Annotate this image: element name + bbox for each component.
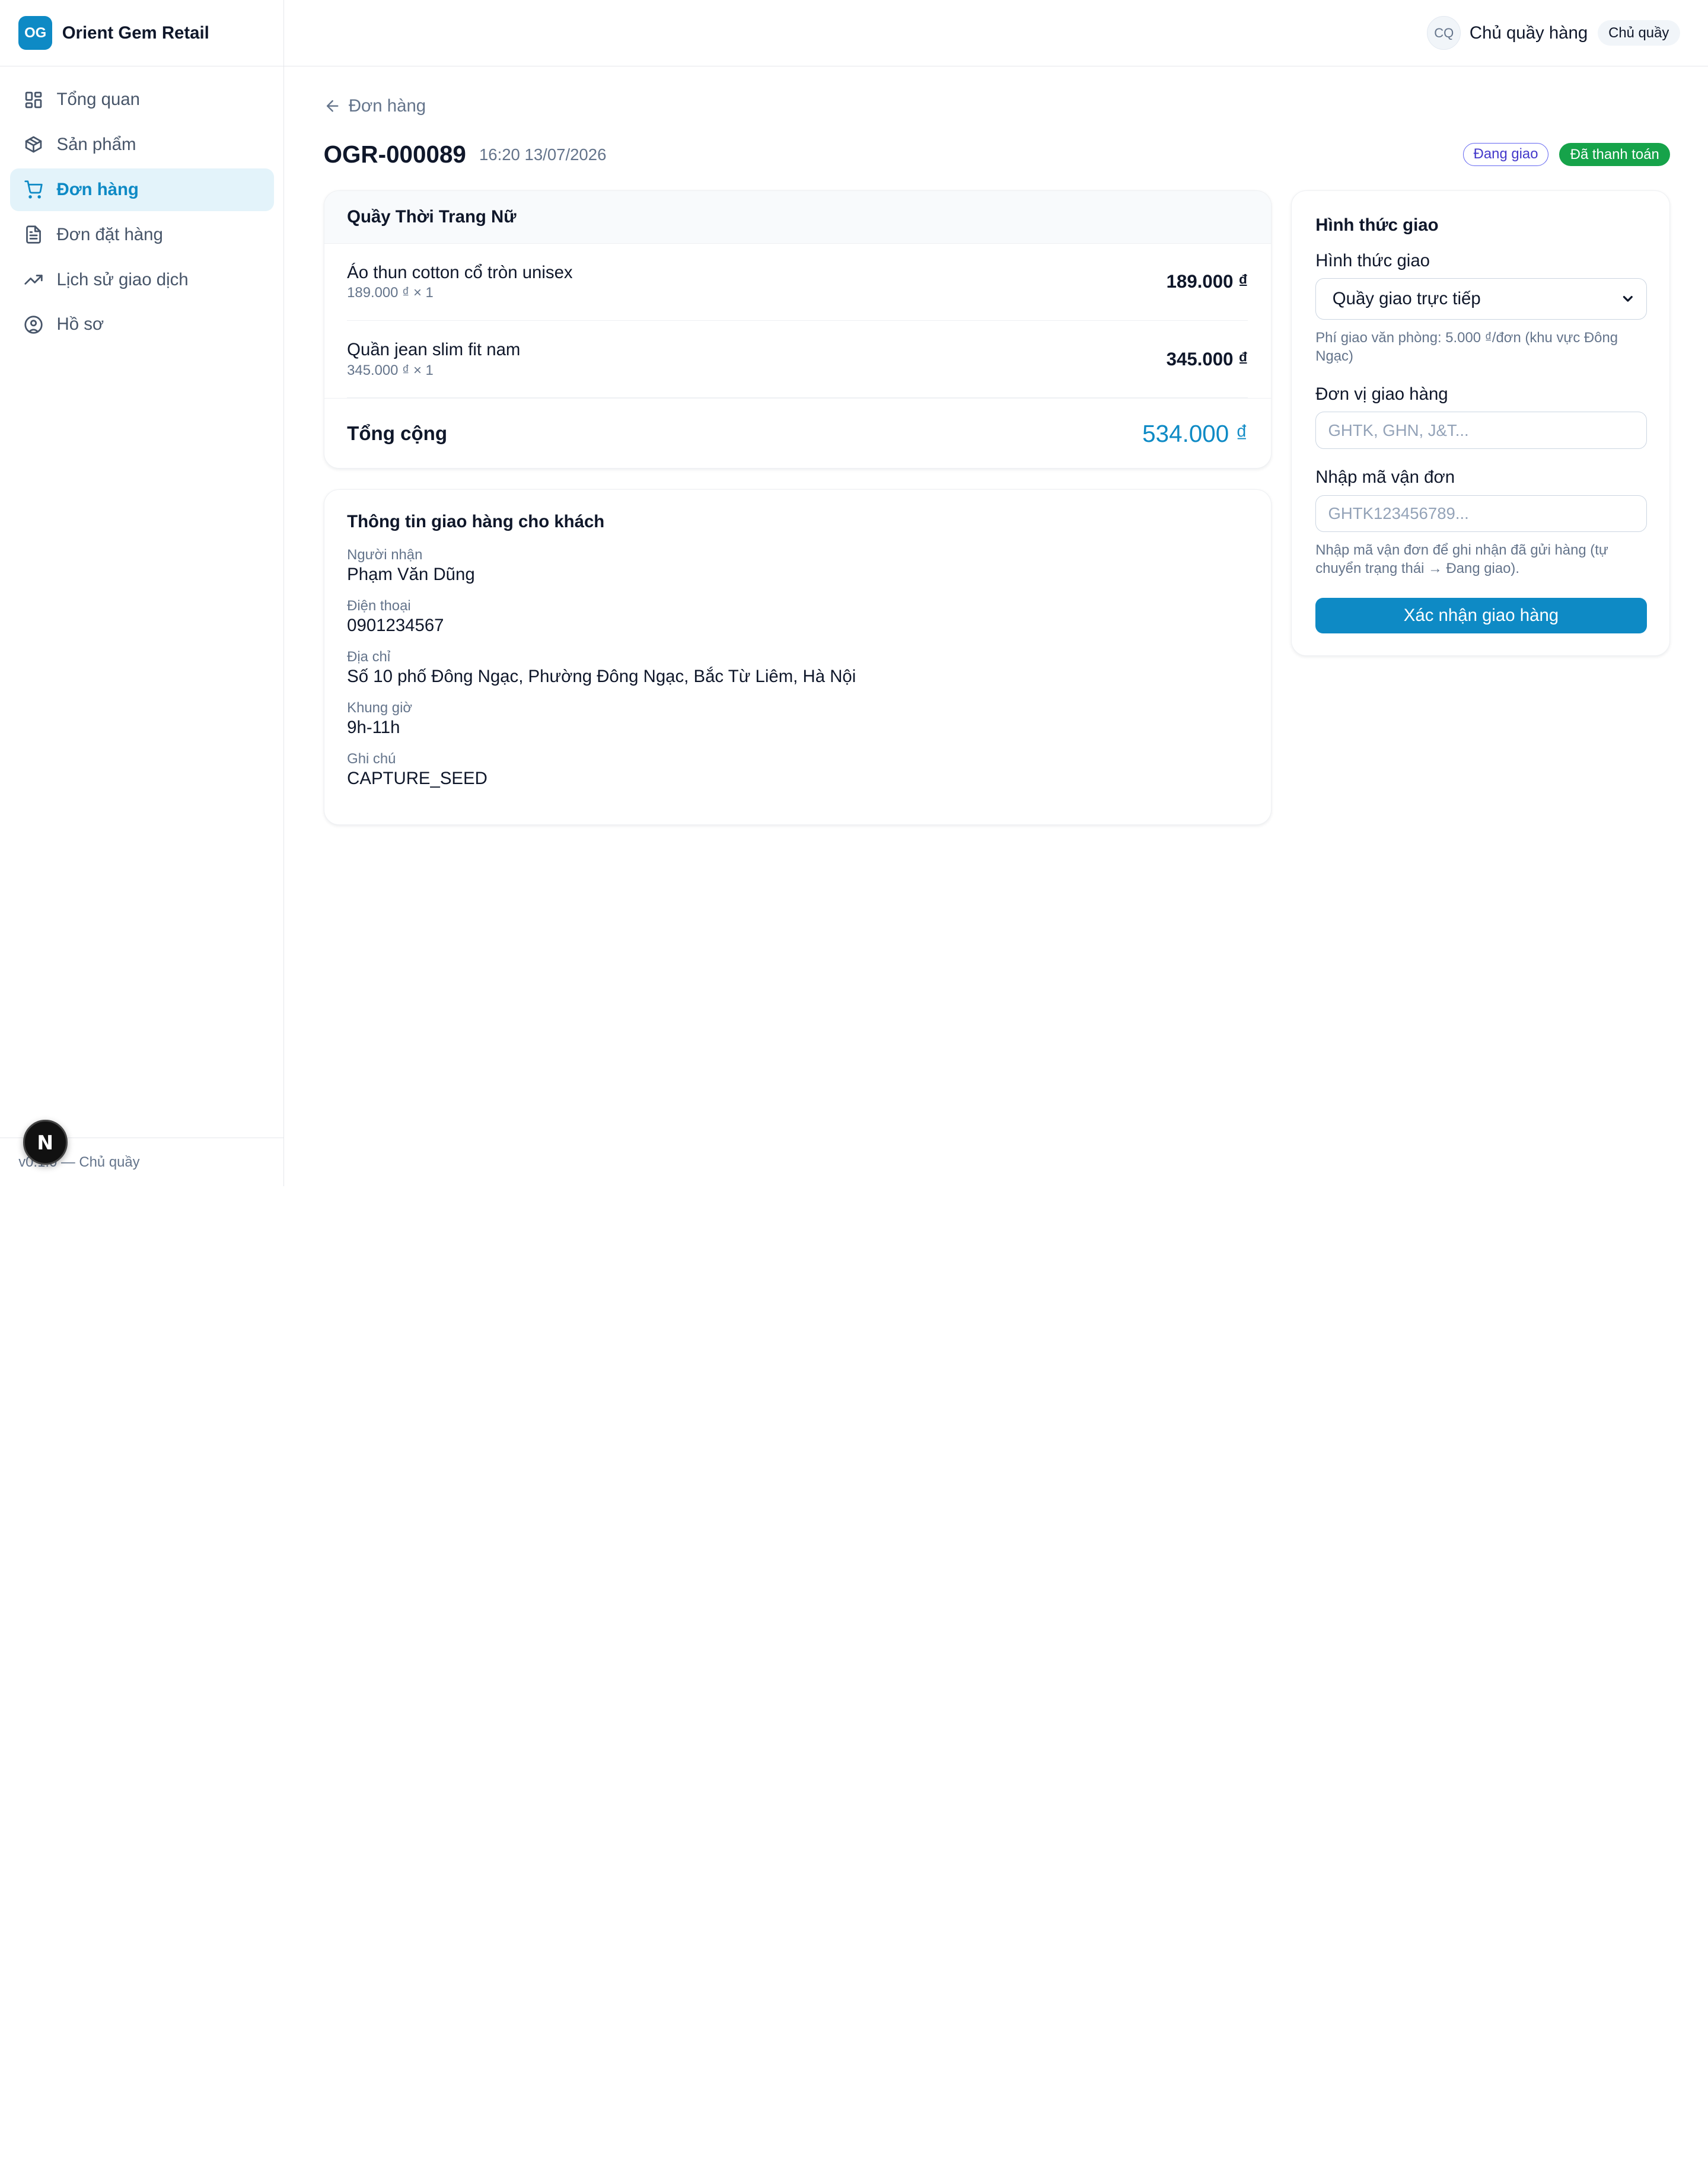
item-unit-price: 345.000 ₫ × 1 [347, 362, 434, 378]
total-value: 534.000 ₫ [1142, 420, 1248, 448]
user-circle-icon [24, 315, 43, 335]
item-name: Áo thun cotton cổ tròn unisex [347, 262, 573, 282]
note-value: CAPTURE_SEED [347, 768, 487, 788]
sidebar-nav: Tổng quan Sản phẩm Đơn hàng Đơn đặt hàng [0, 66, 283, 361]
brand-name: Orient Gem Retail [62, 23, 209, 43]
list-item: Quần jean slim fit nam 345.000 ₫ × 1 345… [347, 321, 1248, 399]
method-hint: Phí giao văn phòng: 5.000 ₫/đơn (khu vực… [1315, 329, 1618, 365]
sidebar-item-transactions[interactable]: Lịch sử giao dịch [10, 259, 274, 301]
sidebar-item-overview[interactable]: Tổng quan [10, 78, 274, 121]
user-name: Chủ quầy hàng [1469, 23, 1588, 43]
status-badge-shipping: Đang giao [1463, 143, 1549, 167]
tracking-hint: Nhập mã vận đơn để ghi nhận đã gửi hàng … [1315, 542, 1608, 577]
address-label: Địa chỉ [347, 648, 391, 665]
sidebar-item-label: Tổng quan [56, 90, 140, 110]
document-icon [24, 225, 43, 244]
sidebar-item-products[interactable]: Sản phẩm [10, 123, 274, 166]
sidebar-item-purchase-orders[interactable]: Đơn đặt hàng [10, 214, 274, 256]
delivery-method-card: Hình thức giao Hình thức giao Quầy giao … [1290, 190, 1671, 656]
sidebar-item-label: Sản phẩm [56, 134, 136, 154]
delivery-method-select[interactable]: Quầy giao trực tiếp [1315, 278, 1647, 320]
carrier-input[interactable] [1315, 412, 1647, 449]
order-timestamp: 16:20 13/07/2026 [479, 145, 607, 164]
status-badges: Đang giao Đã thanh toán [1463, 143, 1671, 167]
back-link[interactable]: Đơn hàng [324, 96, 426, 116]
sidebar-item-orders[interactable]: Đơn hàng [9, 168, 274, 211]
method-label: Hình thức giao [1315, 250, 1430, 270]
brand[interactable]: OG Orient Gem Retail [0, 0, 284, 67]
next-dev-badge[interactable]: N [23, 1120, 68, 1165]
dashboard-icon [24, 90, 43, 110]
sidebar-item-label: Lịch sử giao dịch [56, 269, 189, 289]
section-title: Thông tin giao hàng cho khách [347, 511, 605, 531]
recipient-value: Phạm Văn Dũng [347, 565, 475, 585]
item-unit-price: 189.000 ₫ × 1 [347, 285, 434, 301]
item-name: Quần jean slim fit nam [347, 339, 521, 359]
delivery-method-value: Quầy giao trực tiếp [1332, 289, 1481, 309]
phone-value: 0901234567 [347, 615, 444, 635]
sidebar-item-profile[interactable]: Hồ sơ [10, 304, 274, 346]
total-label: Tổng cộng [347, 422, 448, 445]
phone-label: Điện thoại [347, 598, 411, 614]
package-icon [24, 135, 43, 154]
note-label: Ghi chú [347, 750, 396, 767]
sidebar-item-label: Đơn hàng [56, 179, 139, 199]
status-badge-payment: Đã thanh toán [1559, 143, 1671, 167]
address-value: Số 10 phố Đông Ngạc, Phường Đông Ngạc, B… [347, 666, 856, 686]
item-price: 189.000 ₫ [1166, 271, 1248, 292]
section-title: Hình thức giao [1315, 215, 1439, 235]
page-title: OGR-000089 [323, 141, 466, 168]
chevron-down-icon [1620, 291, 1636, 307]
confirm-delivery-button[interactable]: Xác nhận giao hàng [1315, 597, 1647, 634]
total-row: Tổng cộng 534.000 ₫ [324, 398, 1271, 467]
trending-icon [24, 270, 43, 289]
sidebar-item-label: Đơn đặt hàng [56, 224, 163, 244]
role-badge: Chủ quầy [1597, 20, 1680, 46]
list-item: Áo thun cotton cổ tròn unisex 189.000 ₫ … [347, 244, 1248, 321]
avatar[interactable]: CQ [1427, 16, 1461, 50]
carrier-label: Đơn vị giao hàng [1315, 384, 1448, 404]
cart-icon [24, 180, 43, 199]
sidebar: OG Orient Gem Retail Tổng quan Sản phẩm [0, 0, 285, 1187]
app-root: OG Orient Gem Retail Tổng quan Sản phẩm [0, 0, 1708, 1187]
time-slot-value: 9h-11h [347, 717, 400, 737]
sidebar-item-label: Hồ sơ [56, 314, 104, 335]
brand-logo: OG [18, 16, 53, 50]
shipping-info-card: Thông tin giao hàng cho khách Người nhận… [323, 489, 1272, 825]
item-price: 345.000 ₫ [1166, 348, 1248, 369]
tracking-label: Nhập mã vận đơn [1315, 467, 1455, 488]
store-name: Quầy Thời Trang Nữ [324, 191, 1271, 244]
arrow-left-icon [324, 97, 341, 114]
order-items-card: Quầy Thời Trang Nữ Áo thun cotton cổ trò… [323, 190, 1272, 469]
tracking-code-input[interactable] [1315, 495, 1647, 533]
time-slot-label: Khung giờ [347, 699, 413, 716]
recipient-label: Người nhận [347, 547, 423, 563]
topbar: CQ Chủ quầy hàng Chủ quầy [284, 0, 1708, 67]
back-link-label: Đơn hàng [348, 95, 426, 116]
order-header: OGR-000089 16:20 13/07/2026 Đang giao Đã… [324, 138, 1671, 171]
